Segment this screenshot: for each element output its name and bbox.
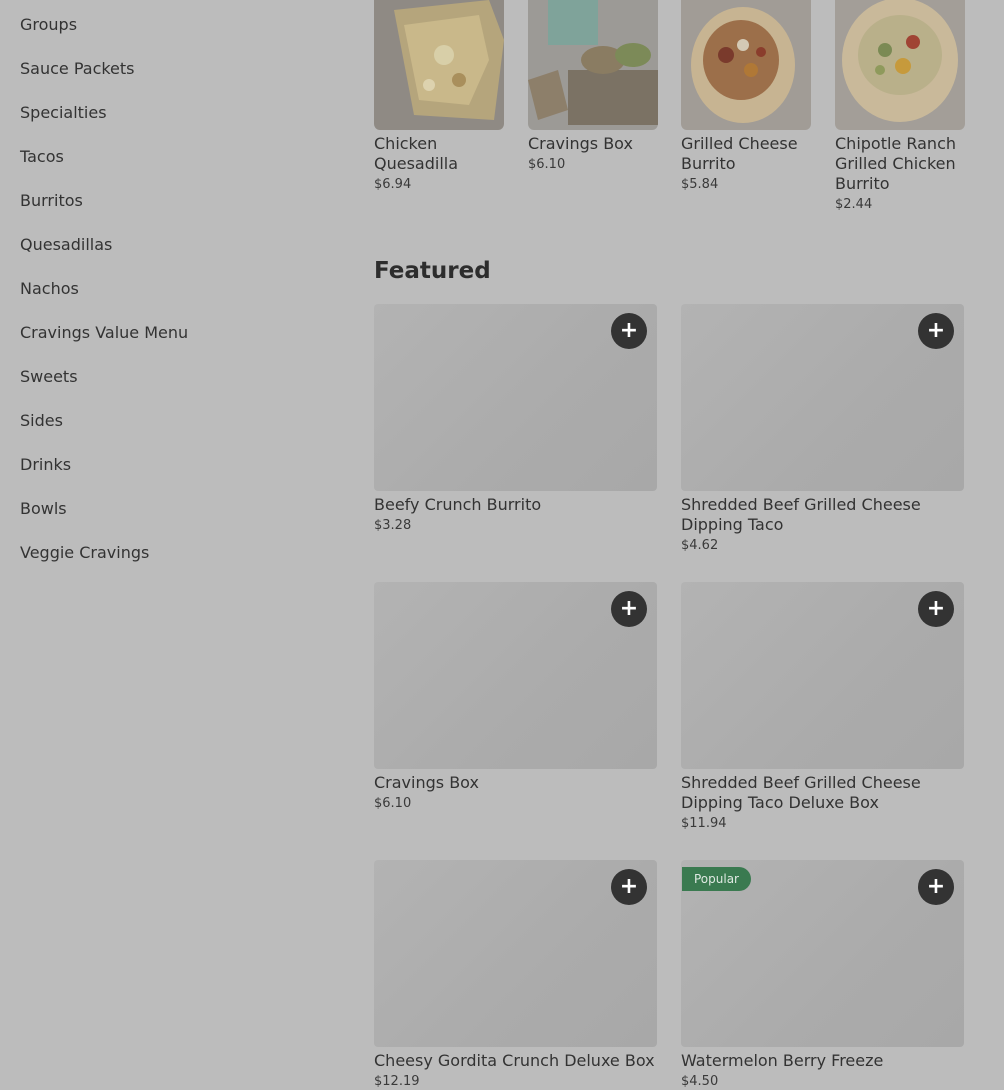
sidebar-item-nachos[interactable]: Nachos [20, 279, 79, 299]
product-image-placeholder: + [681, 304, 964, 491]
product-image-placeholder: + [374, 860, 657, 1047]
product-price: $5.84 [681, 177, 719, 192]
sidebar-item-tacos[interactable]: Tacos [20, 147, 64, 167]
featured-card-cheesy-gordita-deluxe-box[interactable]: + Cheesy Gordita Crunch Deluxe Box $12.1… [374, 860, 657, 1090]
product-price: $12.19 [374, 1074, 420, 1089]
sidebar-item-cravings-value-menu[interactable]: Cravings Value Menu [20, 323, 188, 343]
add-to-cart-button[interactable]: + [918, 313, 954, 349]
product-name: Cravings Box [528, 134, 633, 153]
featured-card-shredded-beef-dipping-taco[interactable]: + Shredded Beef Grilled Cheese Dipping T… [681, 304, 964, 554]
sidebar-item-quesadillas[interactable]: Quesadillas [20, 235, 112, 255]
sidebar-item-sweets[interactable]: Sweets [20, 367, 78, 387]
product-card-chicken-quesadilla[interactable]: Chicken Quesadilla $6.94 [374, 0, 504, 193]
add-to-cart-button[interactable]: + [611, 591, 647, 627]
sidebar-item-groups[interactable]: Groups [20, 15, 77, 35]
sidebar-item-veggie-cravings[interactable]: Veggie Cravings [20, 543, 149, 563]
sidebar-item-sides[interactable]: Sides [20, 411, 63, 431]
product-image-placeholder: + [374, 304, 657, 491]
plus-icon: + [619, 596, 639, 621]
plus-icon: + [926, 596, 946, 621]
product-price: $2.44 [835, 197, 873, 212]
sidebar-item-specialties[interactable]: Specialties [20, 103, 107, 123]
product-image [681, 0, 811, 130]
sidebar-item-bowls[interactable]: Bowls [20, 499, 67, 519]
product-name: Beefy Crunch Burrito [374, 495, 542, 514]
featured-card-beefy-crunch-burrito[interactable]: + Beefy Crunch Burrito $3.28 [374, 304, 657, 534]
product-image-placeholder: + [374, 582, 657, 769]
category-sidebar: Groups Sauce Packets Specialties Tacos B… [0, 0, 330, 1090]
product-name: Chipotle Ranch Grilled Chicken Burrito [835, 134, 956, 193]
featured-card-cravings-box[interactable]: + Cravings Box $6.10 [374, 582, 657, 812]
sidebar-item-sauce-packets[interactable]: Sauce Packets [20, 59, 135, 79]
product-price: $6.10 [528, 157, 566, 172]
sidebar-item-drinks[interactable]: Drinks [20, 455, 71, 475]
featured-section-title: Featured [374, 258, 491, 284]
product-price: $6.94 [374, 177, 412, 192]
product-image [374, 0, 504, 130]
product-name: Grilled Cheese Burrito [681, 134, 798, 173]
product-price: $4.50 [681, 1074, 719, 1089]
featured-card-dipping-taco-deluxe-box[interactable]: + Shredded Beef Grilled Cheese Dipping T… [681, 582, 964, 832]
product-name: Chicken Quesadilla [374, 134, 459, 173]
plus-icon: + [926, 318, 946, 343]
product-price: $11.94 [681, 816, 727, 831]
popular-badge: Popular [682, 867, 751, 891]
product-price: $6.10 [374, 796, 412, 811]
product-card-chipotle-ranch-burrito[interactable]: Chipotle Ranch Grilled Chicken Burrito $… [835, 0, 965, 213]
product-name: Cheesy Gordita Crunch Deluxe Box [374, 1051, 655, 1070]
product-price: $4.62 [681, 538, 719, 553]
add-to-cart-button[interactable]: + [918, 591, 954, 627]
add-to-cart-button[interactable]: + [611, 869, 647, 905]
product-name: Cravings Box [374, 773, 479, 792]
product-image-placeholder: + [681, 582, 964, 769]
add-to-cart-button[interactable]: + [918, 869, 954, 905]
product-image-placeholder: Popular + [681, 860, 964, 1047]
plus-icon: + [926, 874, 946, 899]
product-image [835, 0, 965, 130]
product-name: Shredded Beef Grilled Cheese Dipping Tac… [681, 495, 921, 534]
product-card-grilled-cheese-burrito[interactable]: Grilled Cheese Burrito $5.84 [681, 0, 811, 193]
product-name: Watermelon Berry Freeze [681, 1051, 884, 1070]
plus-icon: + [619, 318, 639, 343]
featured-card-watermelon-berry-freeze[interactable]: Popular + Watermelon Berry Freeze $4.50 [681, 860, 964, 1090]
product-image [528, 0, 658, 130]
sidebar-item-burritos[interactable]: Burritos [20, 191, 83, 211]
product-name: Shredded Beef Grilled Cheese Dipping Tac… [681, 773, 921, 812]
plus-icon: + [619, 874, 639, 899]
product-price: $3.28 [374, 518, 412, 533]
add-to-cart-button[interactable]: + [611, 313, 647, 349]
product-card-cravings-box[interactable]: Cravings Box $6.10 [528, 0, 658, 173]
